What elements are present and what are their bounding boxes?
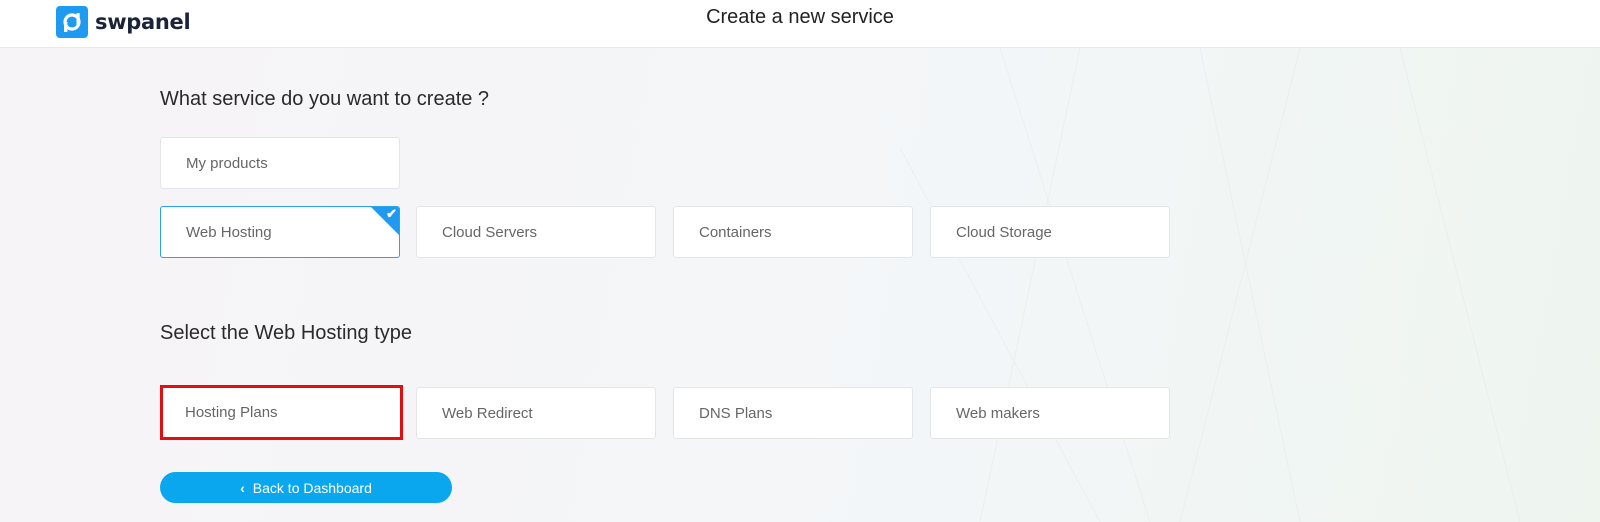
service-option-containers[interactable]: Containers xyxy=(673,206,913,258)
service-option-cloud-servers[interactable]: Cloud Servers xyxy=(416,206,656,258)
type-option-label: Web Redirect xyxy=(442,404,533,422)
service-option-web-hosting[interactable]: Web Hosting ✔ xyxy=(160,206,400,258)
service-option-label: Cloud Storage xyxy=(956,223,1052,241)
my-products-label: My products xyxy=(186,154,268,172)
service-section-title: What service do you want to create ? xyxy=(160,88,490,110)
type-option-label: DNS Plans xyxy=(699,404,773,422)
back-to-dashboard-button[interactable]: ‹ Back to Dashboard xyxy=(160,472,452,503)
background-pattern xyxy=(899,48,1521,522)
service-option-label: Containers xyxy=(699,223,772,241)
back-button-label: Back to Dashboard xyxy=(252,479,372,496)
type-option-label: Web makers xyxy=(956,404,1040,422)
type-option-hosting-plans[interactable]: Hosting Plans xyxy=(160,385,403,440)
type-option-label: Hosting Plans xyxy=(185,404,278,421)
page-title: Create a new service xyxy=(706,6,894,28)
type-option-web-makers[interactable]: Web makers xyxy=(930,387,1170,439)
type-section-title: Select the Web Hosting type xyxy=(160,322,412,344)
chevron-left-icon: ‹ xyxy=(240,479,245,496)
check-icon: ✔ xyxy=(386,206,397,221)
service-option-label: Cloud Servers xyxy=(442,223,538,241)
service-option-label: Web Hosting xyxy=(186,223,272,241)
type-option-web-redirect[interactable]: Web Redirect xyxy=(416,387,656,439)
type-option-dns-plans[interactable]: DNS Plans xyxy=(673,387,913,439)
my-products-card[interactable]: My products xyxy=(160,137,400,189)
service-option-cloud-storage[interactable]: Cloud Storage xyxy=(930,206,1170,258)
top-header: swpanel Create a new service xyxy=(0,0,1600,48)
